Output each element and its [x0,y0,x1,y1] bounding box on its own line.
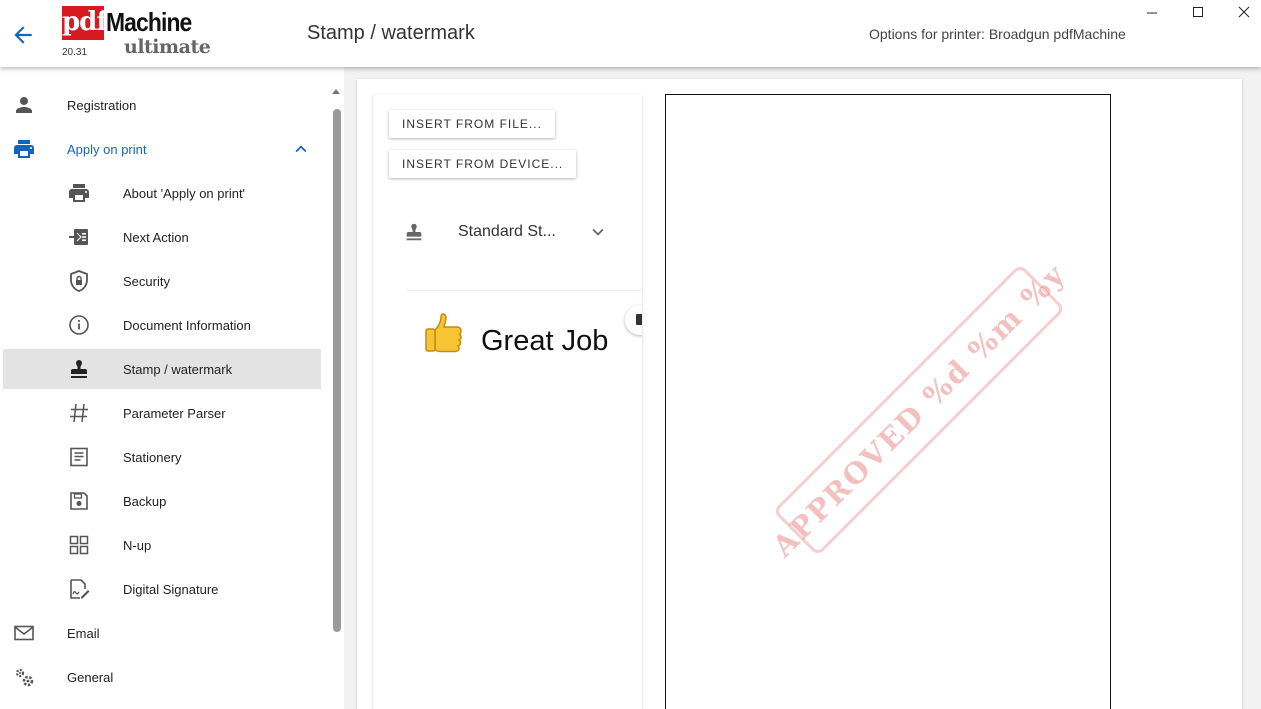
printer-icon [67,181,91,205]
sidebar-item-digital-signature[interactable]: Digital Signature [3,569,321,609]
sidebar-item-label: Parameter Parser [123,405,226,421]
back-arrow-icon[interactable] [10,22,36,48]
minimize-icon[interactable] [1141,2,1163,24]
sidebar-item-next-action[interactable]: Next Action [3,217,321,257]
stamp-icon [67,357,91,381]
sidebar-item-backup[interactable]: Backup [3,481,321,521]
envelope-icon [12,621,36,645]
sidebar-item-general[interactable]: General [3,657,321,697]
document-lines-icon [67,445,91,469]
shield-lock-icon [67,269,91,293]
printer-icon [12,137,36,161]
sidebar: Registration Apply on print About 'Apply… [0,67,344,709]
sidebar-item-registration[interactable]: Registration [3,85,321,125]
sidebar-item-label: General [67,669,114,685]
panel-divider [406,290,642,291]
sidebar-scroll-thumb[interactable] [333,109,341,632]
signature-icon [67,577,91,601]
sidebar-item-label: Email [67,625,100,641]
stamp-settings-panel: INSERT FROM FILE... INSERT FROM DEVICE..… [373,95,642,709]
gears-icon [12,665,36,689]
stamp-preview-item[interactable]: Great Job [423,310,608,358]
insert-from-device-button[interactable]: INSERT FROM DEVICE... [389,150,577,178]
stamp-type-value: Standard St... [458,223,556,240]
sidebar-item-document-information[interactable]: Document Information [3,305,321,345]
stamp-editor-card: INSERT FROM FILE... INSERT FROM DEVICE..… [357,79,1242,709]
trash-icon [636,314,642,325]
sidebar-scrollbar[interactable] [330,81,342,709]
sidebar-item-label: Registration [67,97,137,113]
printer-info: Options for printer: Broadgun pdfMachine [869,26,1126,42]
floppy-disk-icon [67,489,91,513]
sidebar-item-label: Next Action [123,229,189,245]
sidebar-item-stamp-watermark[interactable]: Stamp / watermark [3,349,321,389]
chevron-down-icon [587,221,609,243]
page-preview: APPROVED %d %m %y [665,94,1111,709]
sidebar-item-apply-on-print[interactable]: Apply on print [3,129,321,169]
insert-from-file-button[interactable]: INSERT FROM FILE... [389,110,555,138]
main-content: INSERT FROM FILE... INSERT FROM DEVICE..… [344,67,1261,709]
sidebar-item-email[interactable]: Email [3,613,321,653]
login-arrow-icon [67,225,91,249]
sidebar-item-n-up[interactable]: N-up [3,525,321,565]
close-icon[interactable] [1233,2,1255,24]
page-title: Stamp / watermark [307,22,475,44]
sidebar-item-stationery[interactable]: Stationery [3,437,321,477]
sidebar-item-label: Backup [123,493,167,509]
sidebar-item-label: Digital Signature [123,581,219,597]
sidebar-item-label: Apply on print [67,141,147,157]
sidebar-item-parameter-parser[interactable]: Parameter Parser [3,393,321,433]
sidebar-item-security[interactable]: Security [3,261,321,301]
stamp-preview-text: Great Job [481,325,609,357]
logo-machine-text: Machine [106,7,192,37]
app-version: 20.31 [62,47,88,58]
sidebar-item-label: Security [123,273,170,289]
hash-icon [67,401,91,425]
sidebar-item-label: N-up [123,537,152,553]
thumbs-up-icon [423,310,469,356]
app-header: pdf Machine ultimate 20.31 Stamp / water… [0,0,1261,67]
sidebar-item-label: Document Information [123,317,251,333]
watermark-stamp[interactable]: APPROVED %d %m %y [766,257,1073,564]
logo-pdf-text: pdf [62,6,108,40]
scroll-up-arrow-icon[interactable] [332,83,340,94]
person-icon [12,93,36,117]
sidebar-item-about-apply-on-print[interactable]: About 'Apply on print' [3,173,321,213]
grid-four-icon [67,533,91,557]
watermark-text: APPROVED %d %m %y [765,256,1073,564]
chevron-up-icon[interactable] [290,138,312,160]
maximize-icon[interactable] [1187,2,1209,24]
logo-edition-text: ultimate [124,36,211,58]
stamp-icon [403,221,425,243]
sidebar-item-label: Stamp / watermark [123,361,233,377]
stamp-type-select[interactable]: Standard St... [403,217,613,247]
delete-stamp-button[interactable] [625,305,642,335]
sidebar-item-label: About 'Apply on print' [123,185,246,201]
info-icon [67,313,91,337]
sidebar-item-label: Stationery [123,449,182,465]
pdfmachine-logo: pdf Machine ultimate 20.31 [62,6,211,60]
